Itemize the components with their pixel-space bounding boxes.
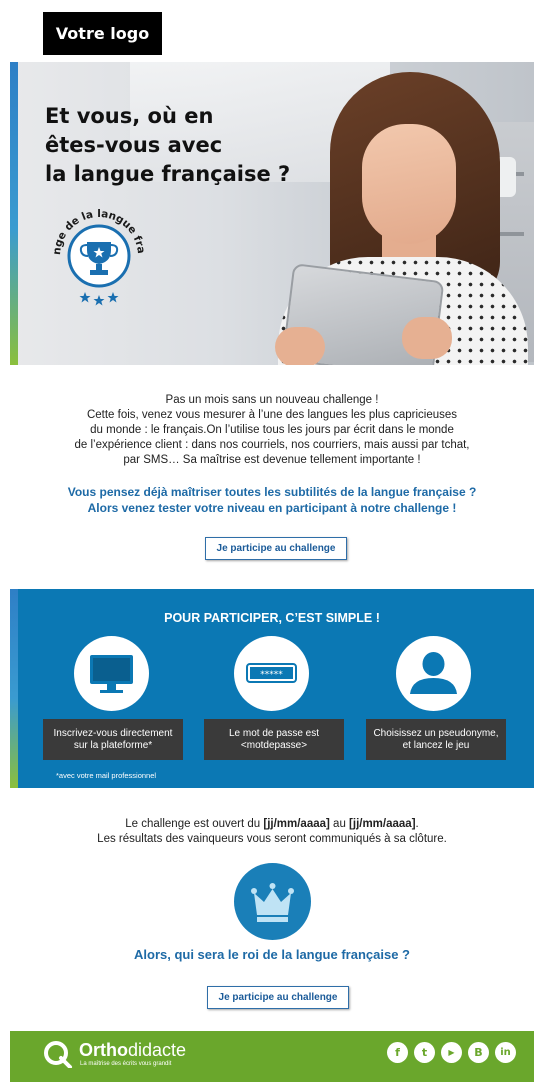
social-links: f t ▶ B in [387, 1042, 516, 1063]
participate-button-bottom[interactable]: Je participe au challenge [207, 986, 349, 1009]
crown-icon [251, 883, 294, 922]
participate-button-top[interactable]: Je participe au challenge [205, 537, 347, 560]
orthodidacte-brand[interactable]: Orthodidacte La maîtrise des écrits vous… [43, 1040, 186, 1069]
steps-footnote: *avec votre mail professionnel [56, 771, 157, 780]
password-icon: ***** [246, 663, 297, 683]
step-1-label: Inscrivez-vous directement sur la platefo… [43, 719, 183, 760]
brand-tagline: La maîtrise des écrits vous grandit [80, 1061, 172, 1067]
password-mask: ***** [260, 670, 283, 680]
hero-banner: Et vous, où en êtes-vous avec la langue … [10, 62, 534, 365]
closing-text: Le challenge est ouvert du [jj/mm/aaaa] … [97, 818, 447, 845]
facebook-icon[interactable]: f [387, 1042, 408, 1063]
intro-text: Pas un mois sans un nouveau challenge ! … [74, 394, 470, 466]
step-3-circle [396, 636, 471, 711]
youtube-icon[interactable]: ▶ [441, 1042, 462, 1063]
linkedin-icon[interactable]: in [495, 1042, 516, 1063]
closing-question: Alors, qui sera le roi de la langue fran… [134, 947, 410, 962]
steps-section: POUR PARTICIPER, C’EST SIMPLE ! ***** In… [10, 589, 534, 788]
orthodidacte-logo-icon [44, 1041, 72, 1068]
step-1-circle [74, 636, 149, 711]
steps-title: POUR PARTICIPER, C’EST SIMPLE ! [164, 611, 380, 625]
footer: Orthodidacte La maîtrise des écrits vous… [10, 1031, 534, 1082]
step-3-label: Choisissez un pseudonyme, et lancez le je… [366, 719, 506, 760]
hero-title: Et vous, où en êtes-vous avec la langue … [45, 104, 291, 186]
hero-accent-bar [10, 62, 18, 365]
challenge-badge: Challenge de la langue française [50, 198, 147, 306]
logo[interactable]: Votre logo [43, 12, 162, 55]
monitor-icon [90, 655, 133, 693]
user-icon [410, 652, 457, 694]
intro-highlight: Vous pensez déjà maîtriser toutes les su… [67, 485, 477, 515]
email-page: Votre logo Et vous, où en êtes-vous avec… [10, 0, 534, 1082]
step-2-circle: ***** [234, 636, 309, 711]
blog-icon[interactable]: B [468, 1042, 489, 1063]
crown-circle [234, 863, 311, 940]
twitter-icon[interactable]: t [414, 1042, 435, 1063]
stars-icon [79, 292, 119, 306]
step-2-label: Le mot de passe est <motdepasse> [204, 719, 344, 760]
